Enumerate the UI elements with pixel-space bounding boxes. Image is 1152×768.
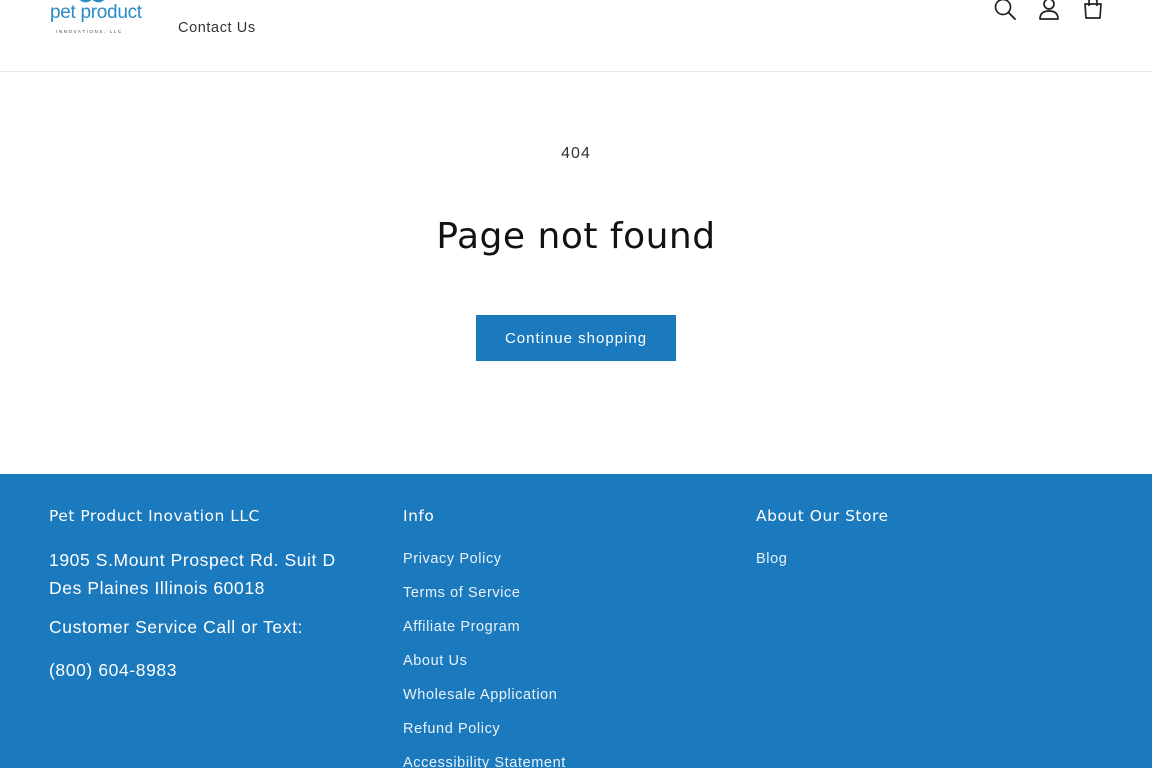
footer-link-terms-of-service[interactable]: Terms of Service	[403, 585, 566, 619]
footer-phone: (800) 604-8983	[49, 660, 178, 680]
account-icon[interactable]	[1036, 0, 1062, 22]
logo-subtext: INNOVATIONS, LLC	[56, 29, 123, 34]
footer-link-about-us[interactable]: About Us	[403, 653, 566, 687]
footer-link-affiliate-program[interactable]: Affiliate Program	[403, 619, 566, 653]
cart-icon[interactable]	[1080, 0, 1106, 22]
footer-info-links: Privacy Policy Terms of Service Affiliat…	[403, 551, 566, 768]
footer-link-privacy-policy[interactable]: Privacy Policy	[403, 551, 566, 585]
main-content: 404 Page not found Continue shopping	[0, 73, 1152, 473]
nav-contact-us[interactable]: Contact Us	[178, 20, 256, 36]
footer-link-refund-policy[interactable]: Refund Policy	[403, 721, 566, 755]
page-title: Page not found	[436, 216, 716, 257]
search-icon[interactable]	[992, 0, 1018, 22]
site-header: pet product INNOVATIONS, LLC Contact Us	[0, 0, 1152, 72]
logo-text: pet product	[50, 2, 142, 23]
footer-address: 1905 S.Mount Prospect Rd. Suit D Des Pla…	[49, 550, 336, 598]
error-code: 404	[561, 145, 591, 162]
footer-company-heading: Pet Product Inovation LLC	[49, 507, 260, 525]
footer-link-wholesale-application[interactable]: Wholesale Application	[403, 687, 566, 721]
site-footer: Pet Product Inovation LLC 1905 S.Mount P…	[0, 474, 1152, 768]
continue-shopping-button[interactable]: Continue shopping	[476, 315, 676, 361]
footer-about-heading: About Our Store	[756, 507, 889, 525]
store-logo[interactable]: pet product INNOVATIONS, LLC	[48, 0, 142, 42]
footer-link-blog[interactable]: Blog	[756, 551, 787, 585]
footer-link-accessibility-statement[interactable]: Accessibility Statement	[403, 755, 566, 768]
footer-info-heading: Info	[403, 507, 435, 525]
footer-about-links: Blog	[756, 551, 787, 585]
footer-service-label: Customer Service Call or Text:	[49, 617, 304, 637]
